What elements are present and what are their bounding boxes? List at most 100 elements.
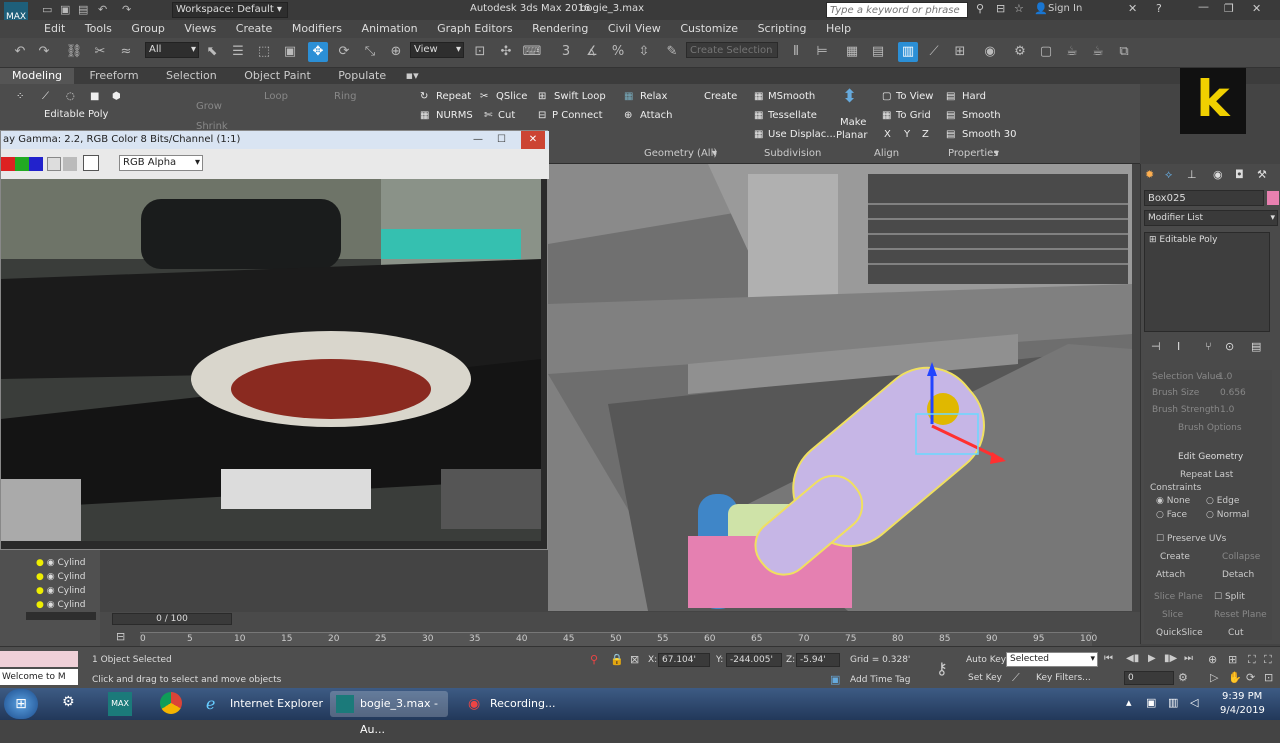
object-color-swatch[interactable] — [1267, 191, 1279, 205]
zoom-extents-all-icon[interactable]: ⛶ — [1264, 653, 1272, 667]
restore-button[interactable]: ❐ — [1224, 2, 1234, 15]
menu-scripting[interactable]: Scripting — [750, 20, 815, 38]
mirror-icon[interactable]: ⫴ — [786, 42, 806, 62]
edge-radio[interactable]: ○ Edge — [1206, 496, 1239, 506]
green-channel-icon[interactable] — [15, 157, 29, 171]
render-production-icon[interactable]: ☕ — [1062, 42, 1082, 62]
reference-image-window[interactable]: ay Gamma: 2.2, RGB Color 8 Bits/Channel … — [0, 130, 549, 550]
named-selection-input[interactable] — [686, 42, 778, 58]
cut-icon[interactable]: ✄ — [484, 109, 492, 123]
to-grid-button[interactable]: To Grid — [896, 109, 931, 123]
clock-date[interactable]: 9/4/2019 — [1220, 705, 1265, 716]
ring-button[interactable]: Ring — [334, 90, 356, 104]
preserve-uvs-checkbox[interactable]: ☐ Preserve UVs — [1156, 534, 1226, 544]
reference-coord-dropdown[interactable]: View ▾ — [410, 42, 464, 58]
reset-plane-button[interactable]: Reset Plane — [1214, 610, 1267, 620]
selection-filter-dropdown[interactable]: All ▾ — [145, 42, 199, 58]
msmooth-icon[interactable]: ▦ — [754, 90, 763, 104]
remove-modifier-icon[interactable]: ⊙ — [1225, 340, 1234, 353]
align-icon[interactable]: ⊨ — [812, 42, 832, 62]
render-online-icon[interactable]: ⧉ — [1114, 42, 1134, 62]
brush-strength-field[interactable]: 1.0 — [1220, 405, 1234, 415]
select-object-icon[interactable]: ⬉ — [202, 42, 222, 62]
background-color-swatch[interactable] — [83, 155, 99, 171]
key-filters-button[interactable]: Key Filters... — [1036, 673, 1091, 683]
use-displacement-button[interactable]: Use Displac... — [768, 128, 836, 142]
brush-options-button[interactable]: Brush Options — [1178, 423, 1242, 433]
to-view-button[interactable]: To View — [896, 90, 933, 104]
hierarchy-tab-icon[interactable]: ⊥ — [1187, 168, 1197, 181]
close-button[interactable]: ✕ — [1252, 2, 1261, 15]
tab-modeling[interactable]: Modeling — [0, 68, 75, 84]
relax-icon[interactable]: ▦ — [624, 90, 633, 104]
p-connect-button[interactable]: P Connect — [552, 109, 603, 123]
collapse-button[interactable]: Collapse — [1222, 552, 1260, 562]
scene-item[interactable]: ● ◉ Cylind — [36, 556, 86, 570]
menu-edit[interactable]: Edit — [36, 20, 73, 38]
scene-item[interactable]: ● ◉ Cylind — [36, 598, 86, 612]
hard-button[interactable]: Hard — [962, 90, 986, 104]
detach-button[interactable]: Detach — [1222, 570, 1254, 580]
network-icon[interactable]: ▥ — [1168, 696, 1178, 709]
modify-tab-icon[interactable]: ⟡ — [1165, 168, 1172, 182]
tessellate-icon[interactable]: ▦ — [754, 109, 763, 123]
explorer-scrollbar[interactable] — [26, 612, 96, 620]
new-icon[interactable]: ▭ — [42, 3, 52, 16]
normal-radio[interactable]: ○ Normal — [1206, 510, 1249, 520]
select-by-name-icon[interactable]: ☰ — [228, 42, 248, 62]
select-and-rotate-icon[interactable]: ⟳ — [334, 42, 354, 62]
smooth-icon[interactable]: ▤ — [946, 109, 955, 123]
object-name-field[interactable] — [1144, 190, 1264, 206]
material-editor-icon[interactable]: ◉ — [980, 42, 1000, 62]
nurms-button[interactable]: NURMS — [436, 109, 473, 123]
make-planar-label-2[interactable]: Planar — [836, 129, 868, 143]
slice-button[interactable]: Slice — [1162, 610, 1183, 620]
redo-icon[interactable]: ↷ — [122, 3, 131, 16]
cut-button[interactable]: Cut — [1228, 628, 1244, 638]
next-frame-icon[interactable]: ▮▶ — [1164, 653, 1177, 664]
menu-group[interactable]: Group — [123, 20, 173, 38]
field-of-view-icon[interactable]: ▷ — [1210, 671, 1218, 684]
visibility-icon[interactable]: ◉ — [47, 586, 55, 596]
edit-named-selection-icon[interactable]: ✎ — [662, 42, 682, 62]
grow-button[interactable]: Grow — [196, 100, 222, 114]
display-tab-icon[interactable]: ◘ — [1235, 168, 1244, 181]
group-properties-label[interactable]: Properties — [948, 148, 999, 159]
zoom-icon[interactable]: ⊕ — [1208, 653, 1217, 666]
menu-views[interactable]: Views — [176, 20, 224, 38]
scene-explorer-icon[interactable]: ▥ — [898, 42, 918, 62]
start-button[interactable]: ⊞ — [4, 689, 38, 719]
element-icon[interactable]: ⬢ — [112, 90, 121, 104]
smooth30-button[interactable]: Smooth 30 — [962, 128, 1017, 142]
none-radio[interactable]: ◉ None — [1156, 496, 1190, 506]
menu-graph-editors[interactable]: Graph Editors — [429, 20, 521, 38]
lock-icon[interactable]: 🔒 — [610, 653, 624, 666]
tray-icon[interactable]: ▣ — [1146, 696, 1156, 709]
cut-button[interactable]: Cut — [498, 109, 515, 123]
select-manipulate-icon[interactable]: ✣ — [496, 42, 516, 62]
group-geometry-label[interactable]: Geometry (All) — [644, 148, 717, 159]
motion-tab-icon[interactable]: ◉ — [1213, 168, 1223, 181]
link-icon[interactable]: ⛓ — [64, 42, 84, 62]
key-icon[interactable]: ⚷ — [936, 659, 948, 678]
layer-manager-icon[interactable]: ▦ — [842, 42, 862, 62]
tab-freeform[interactable]: Freeform — [78, 68, 151, 84]
utilities-tab-icon[interactable]: ⚒ — [1257, 168, 1267, 181]
smooth-button[interactable]: Smooth — [962, 109, 1001, 123]
render-iterative-icon[interactable]: ☕ — [1088, 42, 1108, 62]
undo-button[interactable]: ↶ — [10, 42, 30, 62]
make-planar-label-1[interactable]: Make — [840, 116, 866, 130]
taskbar-recording[interactable]: ◉ Recording... — [460, 691, 572, 717]
set-key-button[interactable]: Set Key — [968, 673, 1002, 683]
image-close-button[interactable]: ✕ — [521, 131, 545, 149]
menu-animation[interactable]: Animation — [354, 20, 426, 38]
menu-help[interactable]: Help — [818, 20, 859, 38]
undo-icon[interactable]: ↶ — [98, 3, 107, 16]
visibility-icon[interactable]: ◉ — [47, 600, 55, 610]
time-slider[interactable]: 0 / 100 — [112, 613, 232, 625]
rendered-frame-icon[interactable]: ▢ — [1036, 42, 1056, 62]
menu-rendering[interactable]: Rendering — [524, 20, 596, 38]
menu-create[interactable]: Create — [228, 20, 281, 38]
image-minimize-button[interactable]: — — [473, 131, 483, 149]
binoculars-icon[interactable]: ⚲ — [976, 2, 984, 15]
